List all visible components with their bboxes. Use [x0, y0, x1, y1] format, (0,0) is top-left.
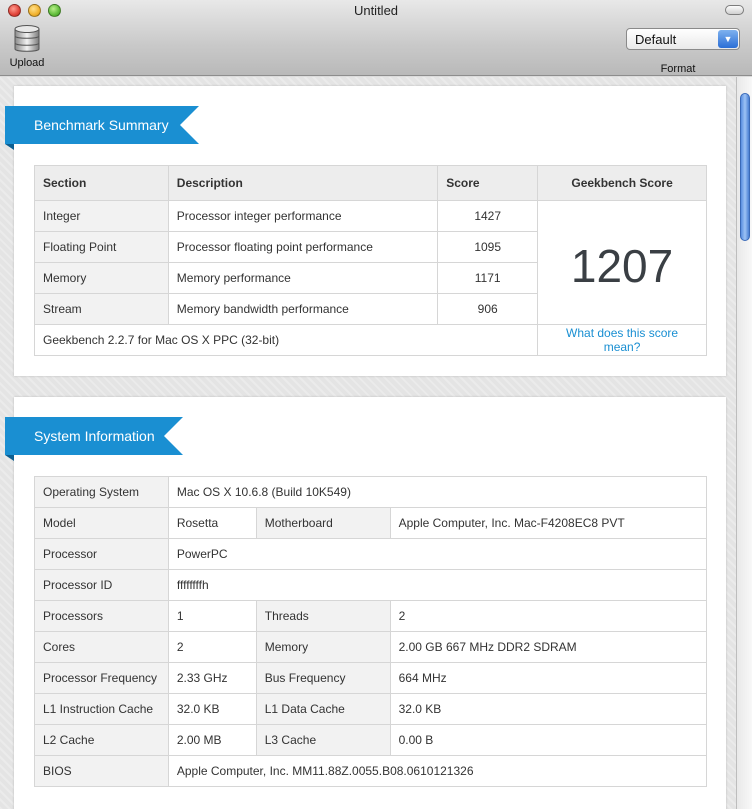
chevron-down-icon: ▼ — [718, 30, 738, 48]
benchmark-summary-heading: Benchmark Summary — [5, 106, 199, 150]
benchmark-table: Section Description Score Geekbench Scor… — [33, 165, 707, 356]
info-label: Memory — [255, 631, 391, 663]
score-cell: 906 — [437, 293, 539, 325]
description-cell: Processor floating point performance — [167, 231, 439, 263]
info-value: 2.00 GB 667 MHz DDR2 SDRAM — [389, 631, 708, 663]
info-label: Cores — [34, 631, 169, 663]
table-row: Operating System Mac OS X 10.6.8 (Build … — [34, 476, 708, 508]
benchmark-summary-panel: Benchmark Summary Section Description Sc… — [5, 86, 726, 376]
table-row: Model Rosetta Motherboard Apple Computer… — [34, 507, 708, 539]
info-value: 1 — [167, 600, 257, 632]
table-row: Integer Processor integer performance 14… — [34, 200, 707, 325]
window-toolbar: Untitled Upload Default ▼ Format — [0, 0, 752, 76]
info-value: ffffffffh — [167, 569, 708, 601]
database-icon — [14, 25, 40, 52]
table-row: L1 Instruction Cache 32.0 KB L1 Data Cac… — [34, 693, 708, 725]
column-header-score: Score — [437, 165, 539, 201]
description-cell: Processor integer performance — [167, 200, 439, 232]
window-title: Untitled — [353, 3, 399, 18]
description-cell: Memory performance — [167, 262, 439, 294]
table-row: Processor Frequency 2.33 GHz Bus Frequen… — [34, 662, 708, 694]
table-row: Cores 2 Memory 2.00 GB 667 MHz DDR2 SDRA… — [34, 631, 708, 663]
format-select[interactable]: Default ▼ — [626, 28, 740, 50]
info-label: Processor Frequency — [34, 662, 169, 694]
system-information-heading: System Information — [5, 417, 183, 461]
format-label: Format — [660, 63, 696, 75]
info-value: 664 MHz — [389, 662, 708, 694]
info-label: Operating System — [34, 476, 169, 508]
info-value: Mac OS X 10.6.8 (Build 10K549) — [167, 476, 708, 508]
results-content: Benchmark Summary Section Description Sc… — [0, 77, 736, 809]
info-label: L2 Cache — [34, 724, 169, 756]
column-header-description: Description — [167, 165, 439, 201]
info-label: BIOS — [34, 755, 169, 787]
info-label: Processors — [34, 600, 169, 632]
column-header-section: Section — [34, 165, 169, 201]
info-label: L1 Data Cache — [255, 693, 391, 725]
info-label: L3 Cache — [255, 724, 391, 756]
info-value: 32.0 KB — [389, 693, 708, 725]
table-row: Processors 1 Threads 2 — [34, 600, 708, 632]
geekbench-version: Geekbench 2.2.7 for Mac OS X PPC (32-bit… — [33, 324, 539, 356]
section-cell: Floating Point — [34, 231, 169, 263]
info-label: L1 Instruction Cache — [34, 693, 169, 725]
description-cell: Memory bandwidth performance — [167, 293, 439, 325]
section-cell: Integer — [34, 200, 169, 232]
vertical-scrollbar[interactable] — [736, 77, 752, 809]
system-info-table: Operating System Mac OS X 10.6.8 (Build … — [34, 476, 708, 787]
upload-button[interactable]: Upload — [6, 24, 48, 72]
section-cell: Memory — [34, 262, 169, 294]
info-value: Apple Computer, Inc. MM11.88Z.0055.B08.0… — [167, 755, 708, 787]
score-meaning-link[interactable]: What does this score mean? — [566, 326, 678, 354]
info-label: Motherboard — [255, 507, 391, 539]
info-value: Apple Computer, Inc. Mac-F4208EC8 PVT — [389, 507, 708, 539]
info-label: Processor — [34, 538, 169, 570]
info-label: Model — [34, 507, 169, 539]
info-value: 0.00 B — [389, 724, 708, 756]
info-label: Processor ID — [34, 569, 169, 601]
score-meaning-cell: What does this score mean? — [537, 324, 707, 356]
column-header-geekbench-score: Geekbench Score — [537, 165, 707, 201]
score-cell: 1095 — [437, 231, 539, 263]
info-value: PowerPC — [167, 538, 708, 570]
geekbench-score-value: 1207 — [537, 200, 707, 325]
score-cell: 1427 — [437, 200, 539, 232]
info-value: 32.0 KB — [167, 693, 257, 725]
info-value: 2.00 MB — [167, 724, 257, 756]
table-footer-row: Geekbench 2.2.7 for Mac OS X PPC (32-bit… — [33, 324, 707, 356]
scrollbar-thumb[interactable] — [740, 93, 750, 241]
table-row: Processor PowerPC — [34, 538, 708, 570]
table-row: BIOS Apple Computer, Inc. MM11.88Z.0055.… — [34, 755, 708, 787]
table-row: L2 Cache 2.00 MB L3 Cache 0.00 B — [34, 724, 708, 756]
info-value: 2 — [389, 600, 708, 632]
table-header-row: Section Description Score Geekbench Scor… — [34, 165, 707, 201]
system-information-panel: System Information Operating System Mac … — [5, 397, 726, 809]
toolbar-toggle-button[interactable] — [725, 5, 744, 15]
info-value: Rosetta — [167, 507, 257, 539]
info-value: 2.33 GHz — [167, 662, 257, 694]
section-cell: Stream — [34, 293, 169, 325]
table-row: Processor ID ffffffffh — [34, 569, 708, 601]
info-label: Bus Frequency — [255, 662, 391, 694]
info-label: Threads — [255, 600, 391, 632]
info-value: 2 — [167, 631, 257, 663]
score-cell: 1171 — [437, 262, 539, 294]
upload-label: Upload — [9, 57, 45, 69]
format-selected-value: Default — [635, 32, 677, 47]
format-control: Default ▼ Format — [626, 28, 740, 75]
